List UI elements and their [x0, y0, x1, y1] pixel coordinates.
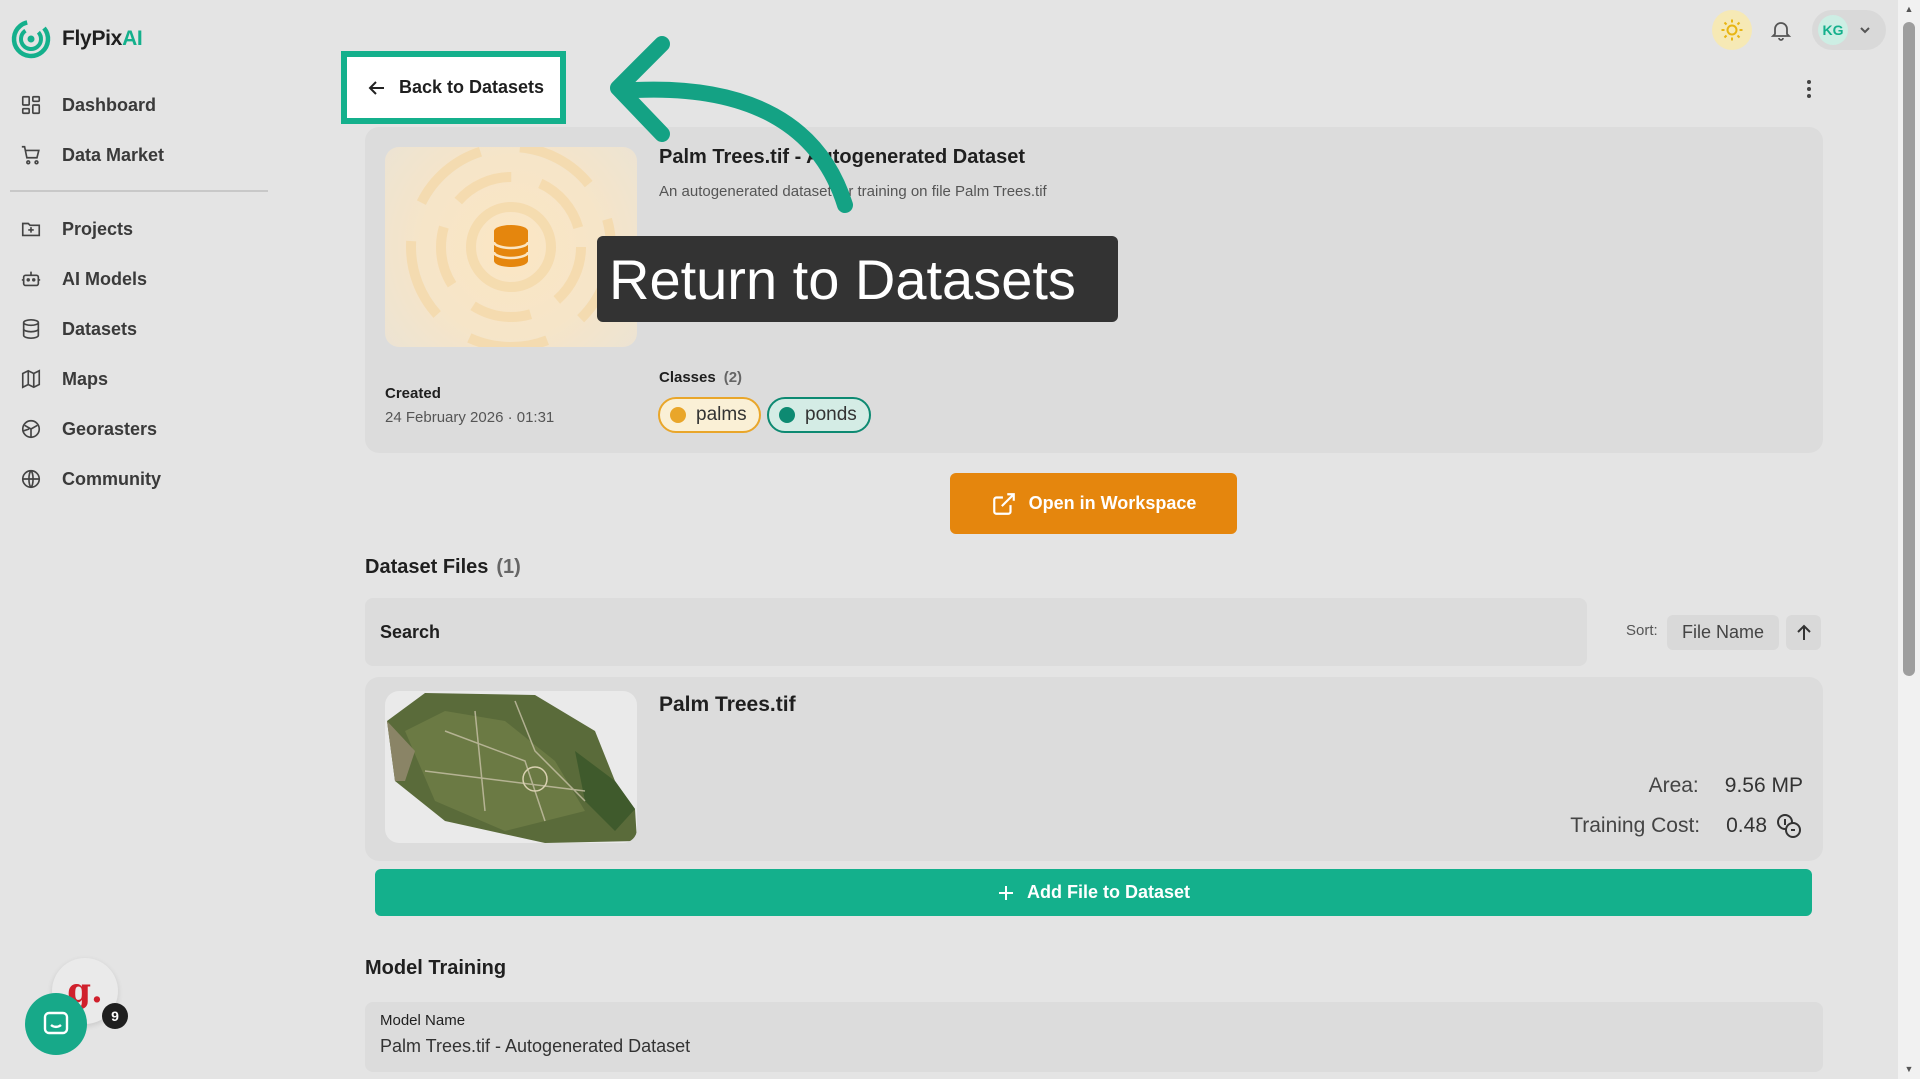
class-name: palms — [696, 404, 747, 425]
sort-label: Sort: — [1626, 622, 1658, 639]
external-link-icon — [992, 492, 1015, 515]
cost-value: 0.48 — [1726, 814, 1767, 837]
plus-icon — [998, 885, 1013, 900]
back-to-datasets-button[interactable]: Back to Datasets — [341, 51, 566, 124]
sidebar-item-dashboard[interactable]: Dashboard — [0, 80, 280, 130]
dataset-files-heading: Dataset Files (1) — [365, 556, 521, 578]
more-options-button[interactable] — [1797, 74, 1821, 104]
model-name-label: Model Name — [380, 1012, 466, 1029]
class-chip-palms[interactable]: palms — [658, 397, 761, 433]
theme-toggle-button[interactable] — [1712, 10, 1752, 50]
sort-field-select[interactable]: File Name — [1667, 615, 1779, 650]
bell-icon — [1770, 22, 1792, 41]
sidebar-item-label: Datasets — [62, 318, 138, 339]
avatar: KG — [1818, 15, 1848, 45]
model-name-field[interactable]: Model Name Palm Trees.tif - Autogenerate… — [365, 1002, 1823, 1072]
back-label: Back to Datasets — [399, 77, 545, 97]
sidebar-nav: Dashboard Data Market Projects AI Models… — [0, 80, 280, 504]
map-icon — [21, 369, 41, 389]
class-color-dot — [670, 407, 686, 423]
open-workspace-label: Open in Workspace — [1028, 493, 1197, 513]
created-label: Created — [385, 385, 441, 402]
sort-direction-button[interactable] — [1786, 615, 1821, 650]
sun-icon — [1721, 19, 1743, 41]
sidebar-item-label: AI Models — [62, 268, 148, 289]
globe-grid-icon — [21, 419, 41, 439]
model-training-heading: Model Training — [365, 957, 507, 979]
search-input[interactable]: Search — [365, 598, 1587, 666]
notification-badge: 9 — [102, 1003, 128, 1029]
sidebar-item-ai-models[interactable]: AI Models — [0, 254, 280, 304]
class-name: ponds — [805, 404, 857, 425]
scroll-up-icon[interactable]: ▲ — [1903, 3, 1915, 15]
database-icon — [22, 319, 40, 339]
file-card[interactable]: Palm Trees.tif Area: 9.56 MP Training Co… — [365, 677, 1823, 861]
sidebar-item-label: Maps — [62, 368, 109, 389]
cost-label: Training Cost: — [1570, 814, 1701, 837]
aerial-image-graphic — [387, 693, 637, 843]
sidebar-item-label: Georasters — [62, 418, 158, 439]
arrow-left-icon — [368, 80, 384, 95]
annotation-tooltip: Return to Datasets — [597, 236, 1118, 322]
sidebar-item-label: Data Market — [62, 144, 165, 165]
robot-icon — [21, 271, 41, 287]
class-chip-ponds[interactable]: ponds — [767, 397, 871, 433]
area-label: Area: — [1648, 774, 1699, 797]
user-menu[interactable]: KG — [1812, 10, 1886, 50]
chat-icon — [43, 1011, 69, 1035]
cart-icon — [21, 145, 40, 165]
kebab-menu-icon — [1807, 80, 1811, 98]
annotation-arrow-icon — [610, 36, 853, 213]
notifications-button[interactable] — [1763, 12, 1799, 48]
dashboard-icon — [21, 95, 41, 115]
file-thumbnail — [385, 691, 637, 843]
scroll-down-icon[interactable]: ▼ — [1903, 1063, 1915, 1075]
file-area: Area: 9.56 MP — [1649, 774, 1803, 798]
logo[interactable]: FlyPixAI — [10, 18, 143, 60]
sidebar-item-maps[interactable]: Maps — [0, 354, 280, 404]
brand-name: FlyPixAI — [62, 27, 143, 50]
area-value: 9.56 MP — [1724, 774, 1803, 797]
credits-icon — [1777, 814, 1801, 838]
arrow-up-icon — [1796, 624, 1811, 640]
sidebar-item-community[interactable]: Community — [0, 454, 280, 504]
add-file-label: Add File to Dataset — [1026, 882, 1191, 902]
open-in-workspace-button[interactable]: Open in Workspace — [950, 473, 1237, 534]
created-date: 24 February 2026 · 01:31 — [385, 409, 555, 426]
file-training-cost: Training Cost: 0.48 — [1570, 812, 1803, 840]
scrollbar-thumb[interactable] — [1903, 22, 1915, 676]
sidebar-item-label: Dashboard — [62, 94, 157, 115]
sidebar-item-label: Community — [62, 468, 161, 489]
chevron-down-icon — [1860, 27, 1870, 34]
flypix-logo-icon — [11, 19, 51, 59]
sidebar: FlyPixAI Dashboard Data Market Projects … — [0, 0, 280, 1079]
chat-button[interactable] — [25, 993, 87, 1055]
add-file-button[interactable]: Add File to Dataset — [375, 869, 1812, 916]
sidebar-item-georasters[interactable]: Georasters — [0, 404, 280, 454]
sidebar-divider — [10, 190, 268, 192]
class-color-dot — [779, 407, 795, 423]
folder-icon — [21, 222, 41, 237]
classes-heading: Classes (2) — [659, 369, 743, 386]
globe-icon — [21, 469, 41, 489]
sidebar-item-datasets[interactable]: Datasets — [0, 304, 280, 354]
sidebar-item-data-market[interactable]: Data Market — [0, 130, 280, 180]
sidebar-item-projects[interactable]: Projects — [0, 204, 280, 254]
model-name-value: Palm Trees.tif - Autogenerated Dataset — [380, 1036, 691, 1056]
sidebar-item-label: Projects — [62, 218, 134, 239]
file-name: Palm Trees.tif — [659, 693, 796, 716]
